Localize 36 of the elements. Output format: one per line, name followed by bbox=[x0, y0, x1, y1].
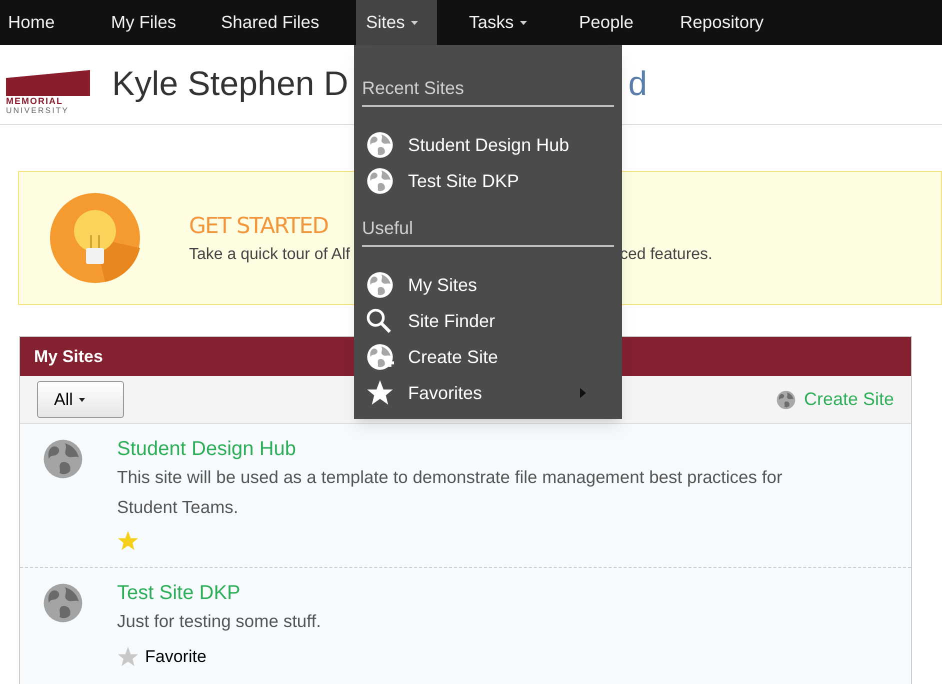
nav-tab[interactable]: Home bbox=[4, 0, 101, 45]
menu-section-heading: Useful bbox=[362, 215, 614, 247]
search-icon bbox=[366, 308, 392, 334]
nav-tab[interactable]: Sites bbox=[356, 0, 437, 45]
tour-text: Take a quick tour of Alf bbox=[189, 244, 350, 264]
menu-item[interactable]: My Sites bbox=[362, 267, 614, 303]
menu-item[interactable]: Site Finder bbox=[362, 303, 614, 339]
nav-tab[interactable]: Shared Files bbox=[211, 0, 356, 45]
globe-plus-icon bbox=[366, 343, 394, 371]
globe-icon bbox=[366, 131, 394, 159]
menu-item[interactable]: Create Site bbox=[362, 339, 614, 375]
menu-section-heading: Recent Sites bbox=[362, 75, 614, 107]
nav-tab[interactable]: Repository bbox=[670, 0, 800, 45]
menu-item[interactable]: Favorites bbox=[362, 375, 614, 411]
lightbulb-icon bbox=[50, 193, 140, 283]
globe-icon bbox=[366, 271, 394, 299]
nav-tab[interactable]: People bbox=[569, 0, 670, 45]
menu-item[interactable]: Student Design Hub bbox=[362, 127, 614, 163]
site-description: Just for testing some stuff. bbox=[117, 610, 322, 633]
globe-icon bbox=[42, 582, 84, 624]
globe-icon bbox=[42, 438, 84, 480]
nav-tab[interactable]: Tasks bbox=[459, 0, 569, 45]
get-started-heading: GET STARTED bbox=[189, 212, 328, 240]
page-title: Kyle Stephen D bbox=[112, 64, 348, 105]
menu-item[interactable]: Test Site DKP bbox=[362, 163, 614, 199]
nav-tab[interactable]: My Files bbox=[101, 0, 211, 45]
logo: MEMORIAL UNIVERSITY bbox=[6, 54, 90, 114]
favorite-link[interactable]: Favorite bbox=[145, 644, 206, 670]
caret-icon bbox=[78, 398, 85, 402]
site-description: This site will be used as a template to demonstrate file management best practices for Student Teams. bbox=[117, 466, 784, 519]
globe-icon bbox=[366, 167, 394, 195]
page-title: d bbox=[628, 64, 648, 105]
globe-icon bbox=[776, 390, 796, 410]
dashlet-title: My Sites bbox=[34, 346, 103, 368]
filter-dropdown[interactable]: All bbox=[37, 381, 124, 418]
star-icon bbox=[366, 379, 394, 407]
